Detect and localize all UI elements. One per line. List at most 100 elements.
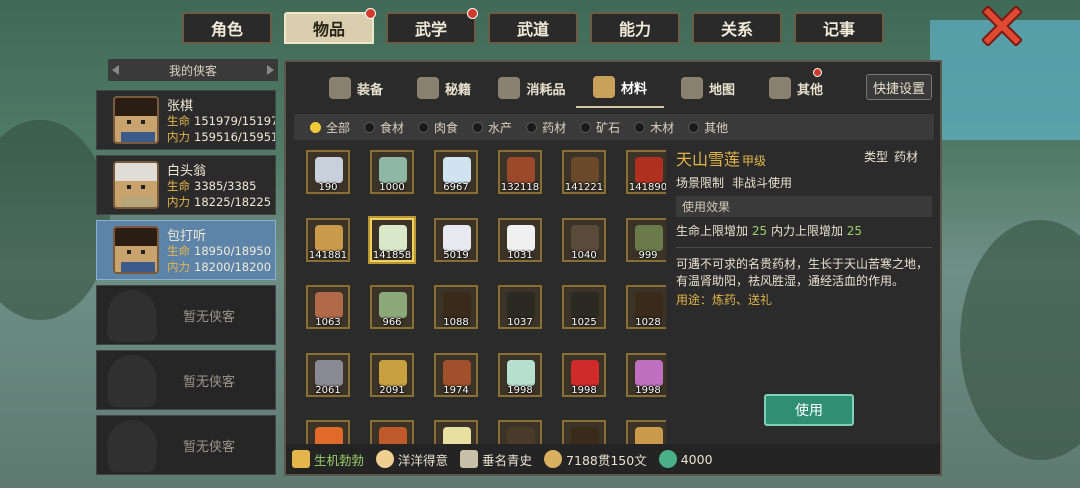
item-slot[interactable]: 2061 (306, 352, 350, 397)
silhouette-icon (107, 420, 157, 472)
hero-card[interactable]: 张棋 生命151979/151979 内力159516/159516 (96, 90, 276, 150)
item-slot[interactable]: 1998 (626, 352, 666, 397)
avatar (113, 161, 159, 209)
item-slot[interactable]: 6967 (434, 150, 478, 194)
filter-ore[interactable]: 矿石 (580, 119, 620, 136)
item-icon (571, 292, 599, 319)
misc-icon (768, 77, 791, 99)
hero-hp: 生命 18950/18950 (167, 244, 272, 258)
divider (676, 247, 932, 248)
item-slot[interactable]: 1000 (370, 150, 414, 194)
item-slot[interactable]: 966 (370, 285, 414, 330)
item-slot[interactable]: 141890 (626, 150, 666, 194)
item-slot[interactable]: 1025 (562, 285, 606, 330)
item-slot[interactable]: 1031 (498, 217, 542, 262)
tab-others[interactable]: 其他 (752, 68, 840, 108)
hero-name: 白头翁 (167, 164, 207, 179)
status-money: 7188贯150文 (544, 450, 647, 469)
item-slot[interactable]: 1974 (434, 352, 478, 397)
item-slot[interactable]: 141881 (306, 217, 350, 262)
filter-food[interactable]: 食材 (364, 119, 404, 136)
item-slot[interactable]: 190 (306, 150, 350, 194)
item-usage: 用途：炼药、送礼 (676, 292, 773, 307)
item-quantity: 1998 (571, 384, 597, 396)
item-icon (571, 224, 599, 251)
item-slot-selected[interactable]: 141858 (370, 217, 414, 262)
item-quantity: 1063 (315, 317, 341, 329)
item-quantity: 966 (382, 317, 402, 329)
hero-slot-empty[interactable]: 暂无侠客 (96, 285, 276, 345)
filter-all[interactable]: 全部 (310, 119, 350, 136)
tab-abilities[interactable]: 能力 (590, 12, 680, 44)
hero-slot-empty[interactable]: 暂无侠客 (96, 415, 276, 475)
filter-other[interactable]: 其他 (688, 119, 728, 136)
hero-card-selected[interactable]: 包打听 生命 18950/18950 内力 18200/18200 (96, 220, 276, 280)
use-button[interactable]: 使用 (764, 394, 854, 426)
item-slot[interactable]: 2091 (370, 352, 414, 397)
item-detail: 天山雪莲 甲级 类型 药材 场景限制 非战斗使用 使用效果 生命上限增加 25 内力上… (676, 146, 932, 308)
status-mood: 洋洋得意 (376, 450, 448, 469)
item-slot[interactable]: 141221 (562, 150, 606, 194)
status-bar: 生机勃勃 洋洋得意 垂名青史 7188贯150文 4000 (286, 444, 940, 474)
tab-martial-arts[interactable]: 武学 (386, 8, 478, 44)
tab-maps[interactable]: 地图 (664, 68, 752, 108)
smile-icon (376, 450, 395, 468)
hero-list-header[interactable]: 我的侠客 (108, 59, 278, 81)
tab-items[interactable]: 物品 (284, 8, 376, 44)
tab-materials[interactable]: 材料 (576, 68, 664, 108)
tab-relations[interactable]: 关系 (692, 12, 782, 44)
filter-seafood[interactable]: 水产 (472, 119, 512, 136)
hero-card[interactable]: 白头翁 生命 3385/3385 内力 18225/18225 (96, 155, 276, 215)
hero-slot-empty[interactable]: 暂无侠客 (96, 350, 276, 410)
item-grade: 甲级 (742, 154, 767, 168)
tab-journal[interactable]: 记事 (794, 12, 884, 44)
tab-label: 能力 (618, 20, 651, 39)
item-slot[interactable]: 1037 (498, 285, 542, 330)
tab-label: 角色 (210, 20, 243, 39)
tab-character[interactable]: 角色 (182, 12, 272, 44)
item-icon (315, 157, 343, 183)
item-name: 天山雪莲 (676, 150, 741, 169)
item-quantity: 1037 (507, 317, 533, 329)
filter-herb[interactable]: 药材 (526, 119, 566, 136)
jade-icon (658, 450, 677, 468)
notification-badge (365, 8, 376, 19)
item-quantity: 1974 (443, 384, 469, 396)
tab-label: 关系 (720, 20, 753, 39)
item-icon (635, 224, 663, 251)
item-slot[interactable]: 1998 (562, 352, 606, 397)
item-slot[interactable]: 1088 (434, 285, 478, 330)
tab-label: 武学 (414, 20, 447, 39)
armor-icon (328, 77, 351, 99)
avatar (113, 96, 159, 144)
item-slot[interactable]: 132118 (498, 150, 542, 194)
item-quantity: 1998 (507, 384, 533, 396)
quick-settings-button[interactable]: 快捷设置 (866, 74, 932, 100)
item-icon (507, 359, 535, 386)
item-slot[interactable]: 999 (626, 217, 666, 262)
item-slot[interactable]: 1063 (306, 285, 350, 330)
item-slot[interactable]: 1040 (562, 217, 606, 262)
avatar (113, 226, 159, 274)
item-icon (507, 292, 535, 319)
close-icon[interactable] (982, 6, 1022, 46)
inventory-panel: 装备 秘籍 消耗品 材料 地图 其他 快捷设置 全部 食材 肉食 水产 药材 矿… (284, 60, 942, 476)
item-slot[interactable]: 1998 (498, 352, 542, 397)
item-quantity: 141890 (628, 182, 666, 193)
hero-mp: 内力159516/159516 (167, 130, 275, 144)
filter-wood[interactable]: 木材 (634, 119, 674, 136)
filter-meat[interactable]: 肉食 (418, 119, 458, 136)
tab-consumables[interactable]: 消耗品 (488, 68, 576, 108)
tab-martial-way[interactable]: 武道 (488, 12, 578, 44)
item-slot[interactable]: 1028 (626, 285, 666, 330)
item-slot[interactable]: 5019 (434, 217, 478, 262)
tab-equipment[interactable]: 装备 (312, 68, 400, 108)
item-icon (443, 359, 471, 386)
item-icon (443, 157, 471, 183)
item-icon (571, 359, 599, 386)
filter-bar: 全部 食材 肉食 水产 药材 矿石 木材 其他 (294, 114, 934, 140)
top-tab-bar: 角色 物品 武学 武道 能力 关系 记事 (182, 8, 884, 46)
tab-manuals[interactable]: 秘籍 (400, 68, 488, 108)
item-icon (635, 292, 663, 319)
item-quantity: 1000 (379, 182, 405, 193)
